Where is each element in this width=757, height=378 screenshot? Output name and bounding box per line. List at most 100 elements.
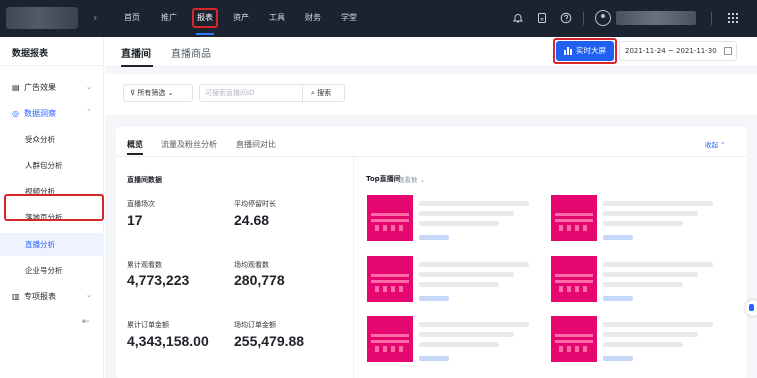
chevron-down-icon[interactable]: ⌄ <box>86 291 92 299</box>
live-room-thumbnail[interactable] <box>367 316 413 362</box>
live-room-info-placeholder <box>603 221 683 226</box>
sidebar-group-ad-effect[interactable]: ▤ 广告效果 <box>12 82 56 93</box>
insight-icon: ◎ <box>12 109 19 118</box>
tab-live-compare[interactable]: 直播间对比 <box>236 139 276 150</box>
stat-value-avg-views: 280,778 <box>234 272 285 288</box>
tab-traffic-fans[interactable]: 流量及粉丝分析 <box>161 139 217 150</box>
chevron-down-icon: ⌄ <box>419 176 426 184</box>
stat-label-avg-stay: 平均停留时长 <box>234 200 276 208</box>
sidebar-divider <box>0 65 104 66</box>
account-name[interactable] <box>616 11 696 25</box>
live-room-info-placeholder <box>419 342 499 347</box>
nav-item-promotion[interactable]: 推广 <box>161 13 177 23</box>
stat-value-avg-orders: 255,479.88 <box>234 333 305 349</box>
active-card-tab-indicator <box>127 153 143 155</box>
reports-highlight-box <box>192 8 218 28</box>
chevron-up-icon[interactable]: ⌃ <box>86 108 92 116</box>
live-room-info-placeholder <box>419 296 449 301</box>
sidebar-group-label: 数据洞察 <box>24 109 56 118</box>
overview-card <box>116 127 747 378</box>
live-room-info-placeholder <box>603 272 698 277</box>
sidebar-group-label: 专项报表 <box>24 292 56 301</box>
live-room-thumbnail[interactable] <box>551 195 597 241</box>
live-room-info-placeholder <box>419 356 449 361</box>
tab-overview[interactable]: 概览 <box>127 139 143 150</box>
tab-live-room[interactable]: 直播间 <box>121 45 151 60</box>
collapse-link[interactable]: 收起 ⌃ <box>705 139 726 149</box>
nav-item-home[interactable]: 首页 <box>124 13 140 23</box>
chevron-down-icon: ⌄ <box>165 89 174 97</box>
live-room-info-placeholder <box>419 262 529 267</box>
top-live-rooms-title: Top直播间 <box>366 175 401 183</box>
sidebar-group-data-insight[interactable]: ◎ 数据洞察 <box>12 108 56 119</box>
nav-item-assets[interactable]: 资产 <box>233 13 249 23</box>
stat-value-sessions: 17 <box>127 212 143 228</box>
sidebar-item-enterprise[interactable]: 企业号分析 <box>25 265 63 276</box>
date-range-text: 2021-11-24 ~ 2021-11-30 <box>625 47 717 55</box>
stat-label-avg-views: 场均观看数 <box>234 261 269 269</box>
sidebar-title: 数据报表 <box>12 49 49 59</box>
stat-label-sessions: 直播场次 <box>127 200 155 208</box>
bell-icon[interactable] <box>512 12 524 24</box>
search-button[interactable]: ⌕ 搜索 <box>303 84 345 102</box>
stat-label-total-views: 累计观看数 <box>127 261 162 269</box>
calendar-icon <box>724 47 732 55</box>
live-room-info-placeholder <box>419 201 529 206</box>
live-analysis-highlight-box <box>4 194 104 221</box>
live-room-info-placeholder <box>603 322 713 327</box>
live-room-info-placeholder <box>603 235 633 240</box>
live-room-info-placeholder <box>419 235 449 240</box>
search-input[interactable] <box>199 84 303 102</box>
chevron-up-icon: ⌃ <box>720 141 726 149</box>
live-room-info-placeholder <box>419 332 514 337</box>
stat-label-total-orders: 累计订单金额 <box>127 321 169 329</box>
stat-label-avg-orders: 场均订单金额 <box>234 321 276 329</box>
nav-item-tools[interactable]: 工具 <box>269 13 285 23</box>
brand-logo[interactable] <box>6 7 78 29</box>
active-tab-indicator <box>121 65 153 67</box>
doc-icon: ▤ <box>12 83 20 92</box>
filter-dropdown-label: 所有筛选 <box>137 89 166 97</box>
live-room-info-placeholder <box>419 282 499 287</box>
live-room-thumbnail[interactable] <box>551 316 597 362</box>
sidebar-item-audience[interactable]: 受众分析 <box>25 134 55 145</box>
help-icon[interactable] <box>560 12 572 24</box>
live-room-info-placeholder <box>603 356 633 361</box>
nav-item-finance[interactable]: 财务 <box>305 13 321 23</box>
stat-value-total-views: 4,773,223 <box>127 272 190 288</box>
filter-dropdown[interactable]: ⊽ 所有筛选 ⌄ <box>123 84 193 102</box>
collapse-label: 收起 <box>705 141 718 149</box>
sidebar-group-special-reports[interactable]: ▥ 专项报表 <box>12 291 56 302</box>
collapse-sidebar-icon[interactable]: ⇤ <box>82 317 90 327</box>
tab-live-products[interactable]: 直播商品 <box>171 45 211 60</box>
floating-assistant-button[interactable] <box>745 300 757 316</box>
live-room-info-placeholder <box>603 342 683 347</box>
live-room-thumbnail[interactable] <box>367 195 413 241</box>
grid-icon[interactable] <box>727 12 739 24</box>
sort-dropdown[interactable]: 观看数 ⌄ <box>398 174 425 184</box>
card-divider <box>116 156 747 157</box>
bar-chart-icon: ▥ <box>12 292 20 301</box>
clipboard-icon[interactable] <box>536 12 548 24</box>
stat-value-avg-stay: 24.68 <box>234 212 270 228</box>
live-room-info-placeholder <box>603 282 683 287</box>
stat-value-total-orders: 4,343,158.00 <box>127 333 209 349</box>
sidebar-item-crowd-pack[interactable]: 人群包分析 <box>25 160 63 171</box>
user-icon[interactable] <box>595 10 611 26</box>
nav-item-academy[interactable]: 学堂 <box>341 13 357 23</box>
sidebar-group-label: 广告效果 <box>24 83 56 92</box>
live-room-info-placeholder <box>419 221 499 226</box>
chevron-right-icon: › <box>93 11 98 24</box>
live-room-info-placeholder <box>603 262 713 267</box>
live-room-info-placeholder <box>419 272 514 277</box>
panel-divider <box>353 157 354 378</box>
toolbar-divider <box>711 12 712 25</box>
live-room-thumbnail[interactable] <box>367 256 413 302</box>
live-room-thumbnail[interactable] <box>551 256 597 302</box>
date-range-picker[interactable]: 2021-11-24 ~ 2021-11-30 <box>619 41 737 61</box>
big-screen-highlight-box <box>553 38 617 64</box>
sort-label: 观看数 <box>398 176 418 184</box>
chevron-down-icon[interactable]: ⌄ <box>86 83 92 91</box>
sidebar-item-live-analysis[interactable]: 直播分析 <box>25 239 55 250</box>
active-nav-indicator <box>196 33 214 35</box>
